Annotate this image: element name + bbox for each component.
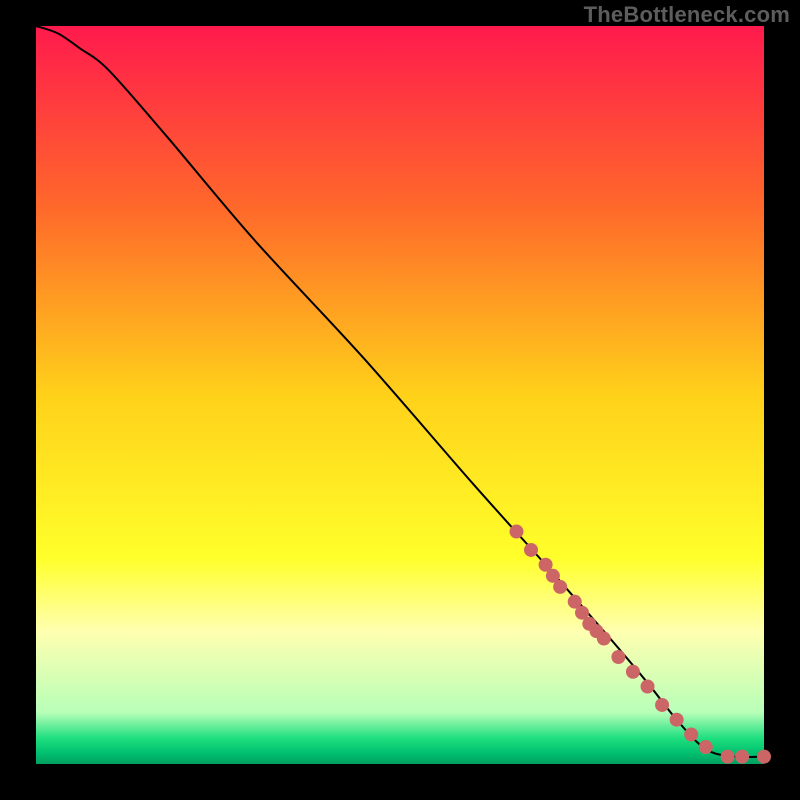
plot-background (36, 26, 764, 764)
marker-dot (611, 650, 625, 664)
marker-dot (597, 632, 611, 646)
marker-dot (655, 698, 669, 712)
marker-dot (684, 727, 698, 741)
marker-dot (553, 580, 567, 594)
marker-dot (721, 750, 735, 764)
marker-dot (626, 665, 640, 679)
marker-dot (509, 525, 523, 539)
chart-root: TheBottleneck.com (0, 0, 800, 800)
marker-dot (699, 740, 713, 754)
marker-dot (524, 543, 538, 557)
watermark-text: TheBottleneck.com (584, 2, 790, 28)
chart-svg (0, 0, 800, 800)
marker-dot (757, 750, 771, 764)
marker-dot (735, 750, 749, 764)
marker-dot (641, 680, 655, 694)
marker-dot (670, 713, 684, 727)
